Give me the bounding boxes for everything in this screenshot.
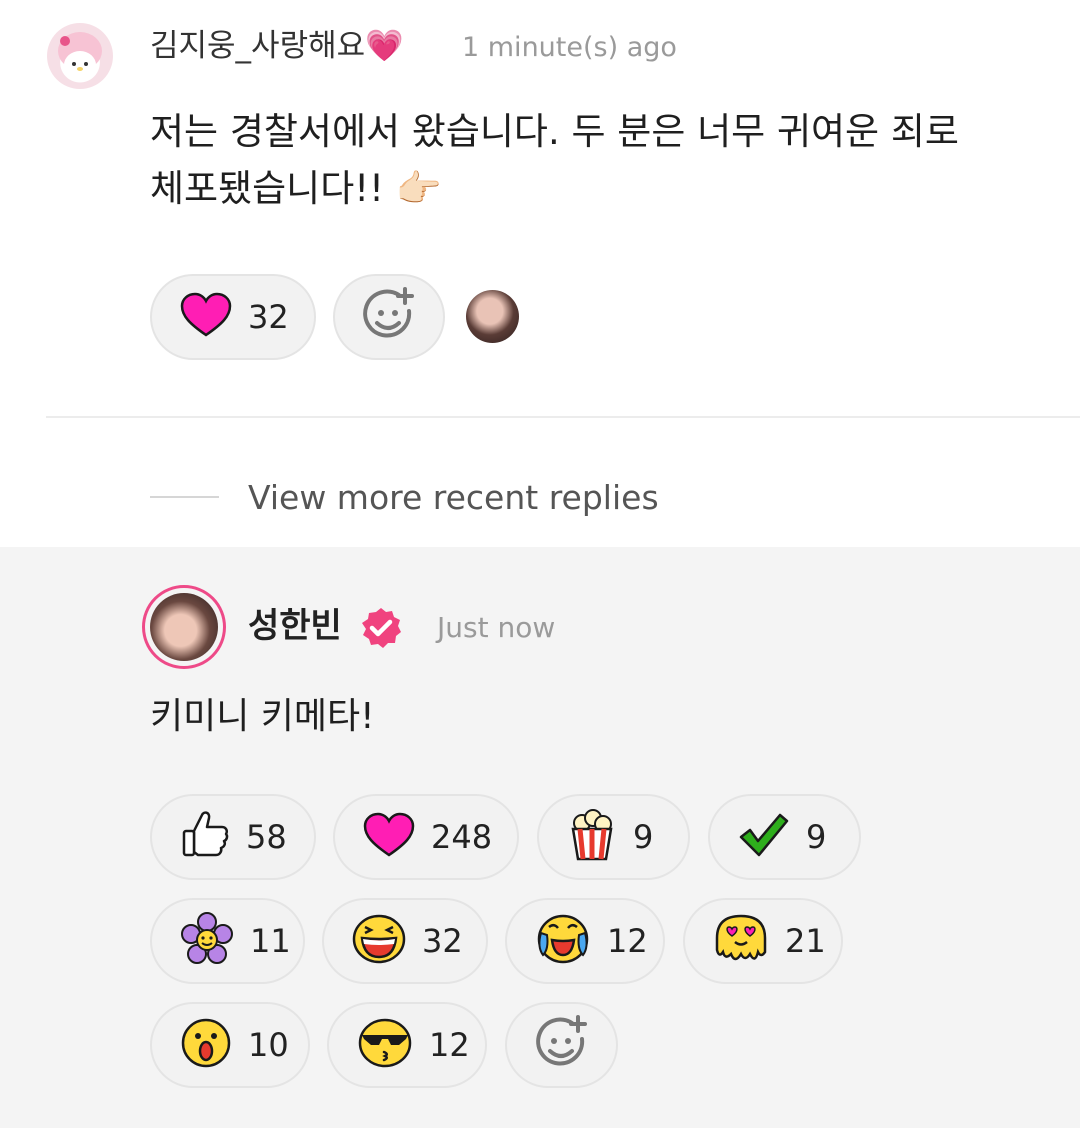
reaction-surprised-button[interactable]: 10 [150,1002,310,1088]
reaction-count: 11 [250,922,291,960]
reaction-count: 21 [785,922,826,960]
reply-text: 키미니 키메타! [150,696,375,737]
comment-timestamp: 1 minute(s) ago [462,32,677,63]
heart-icon [363,812,415,862]
divider [46,416,1080,418]
reply-timestamp: Just now [437,611,556,644]
reaction-crying-laughing-button[interactable]: 12 [505,898,665,984]
commenter-avatar[interactable] [47,23,113,89]
reaction-count: 10 [248,1026,289,1064]
reaction-laughing-button[interactable]: 32 [322,898,488,984]
reaction-count: 9 [806,818,827,856]
comment-text: 저는 경찰서에서 왔습니다. 두 분은 너무 귀여운 죄로 체포됐습니다!! 👉… [150,110,959,210]
reaction-heart-button[interactable]: 248 [333,794,519,880]
pink-heart-emoji: 💗 [365,28,404,64]
add-reaction-button[interactable] [505,1002,618,1088]
reactor-avatar[interactable] [466,290,519,343]
reaction-count: 248 [431,818,493,856]
add-reaction-button[interactable] [333,274,445,360]
reaction-sunglasses-button[interactable]: 12 [327,1002,487,1088]
checkmark-icon [738,811,790,863]
reaction-count: 12 [429,1026,470,1064]
reaction-checkmark-button[interactable]: 9 [708,794,861,880]
reaction-count: 12 [607,922,648,960]
reaction-heart-eyes-button[interactable]: 21 [683,898,843,984]
add-emoji-icon [534,1015,590,1075]
view-more-replies-link[interactable]: View more recent replies [248,476,659,520]
reply-username[interactable]: 성한빈 [248,604,342,648]
reaction-flower-button[interactable]: 11 [150,898,305,984]
surprised-face-icon [180,1017,232,1073]
thumbs-up-icon [180,809,230,865]
heart-icon [180,292,232,342]
verified-badge-icon [359,606,403,654]
heart-eyes-melting-face-icon [713,912,769,970]
reaction-popcorn-button[interactable]: 9 [537,794,690,880]
view-more-line [150,496,219,498]
reaction-count: 32 [248,298,289,336]
crying-laughing-face-icon [535,913,591,969]
sunglasses-kiss-face-icon [357,1017,413,1073]
laughing-face-icon [352,913,406,969]
popcorn-icon [567,809,617,865]
reaction-thumbs-up-button[interactable]: 58 [150,794,316,880]
reaction-count: 32 [422,922,463,960]
reaction-count: 58 [246,818,287,856]
reaction-count: 9 [633,818,654,856]
reaction-heart-button[interactable]: 32 [150,274,316,360]
reply-avatar[interactable] [150,593,218,661]
flower-icon [180,912,234,970]
add-emoji-icon [361,287,417,347]
commenter-username[interactable]: 김지웅_사랑해요💗 [150,26,404,66]
